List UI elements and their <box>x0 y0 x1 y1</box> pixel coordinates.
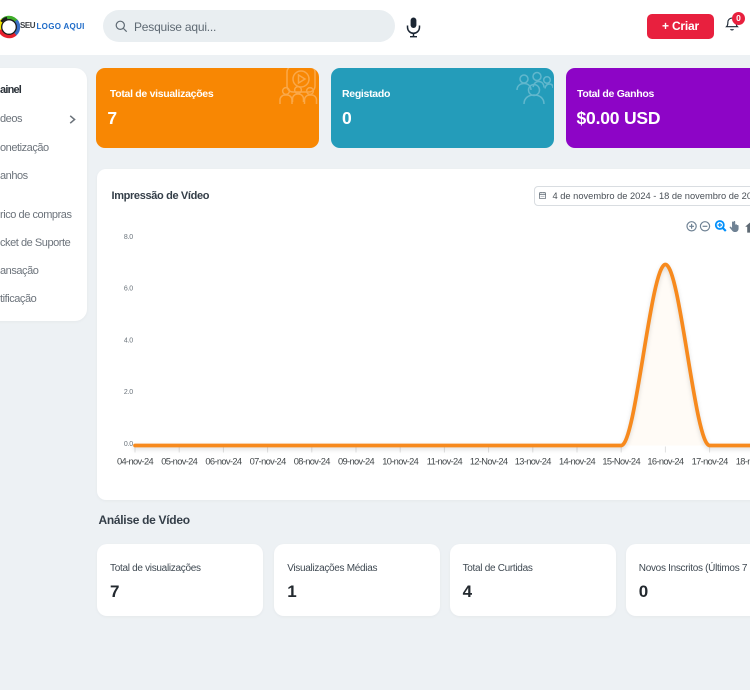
svg-text:08-nov-24: 08-nov-24 <box>294 456 330 466</box>
svg-text:18-nov-24: 18-nov-24 <box>736 456 750 466</box>
svg-text:05-nov-24: 05-nov-24 <box>161 456 197 466</box>
svg-text:12-Nov-24: 12-Nov-24 <box>470 456 508 466</box>
svg-text:14-nov-24: 14-nov-24 <box>559 456 595 466</box>
svg-text:4.0: 4.0 <box>124 337 133 344</box>
svg-text:06-nov-24: 06-nov-24 <box>205 456 241 466</box>
svg-text:11-nov-24: 11-nov-24 <box>427 456 463 466</box>
svg-text:15-Nov-24: 15-Nov-24 <box>602 456 640 466</box>
svg-text:0.0: 0.0 <box>124 440 133 447</box>
svg-text:16-nov-24: 16-nov-24 <box>647 456 683 466</box>
svg-text:04-nov-24: 04-nov-24 <box>117 456 153 466</box>
svg-text:07-nov-24: 07-nov-24 <box>250 456 286 466</box>
svg-text:8.0: 8.0 <box>124 233 133 240</box>
svg-text:09-nov-24: 09-nov-24 <box>338 456 374 466</box>
svg-text:6.0: 6.0 <box>124 285 133 292</box>
svg-text:10-nov-24: 10-nov-24 <box>382 456 418 466</box>
svg-text:17-nov-24: 17-nov-24 <box>692 456 728 466</box>
svg-text:2.0: 2.0 <box>124 389 133 396</box>
svg-text:13-nov-24: 13-nov-24 <box>515 456 551 466</box>
